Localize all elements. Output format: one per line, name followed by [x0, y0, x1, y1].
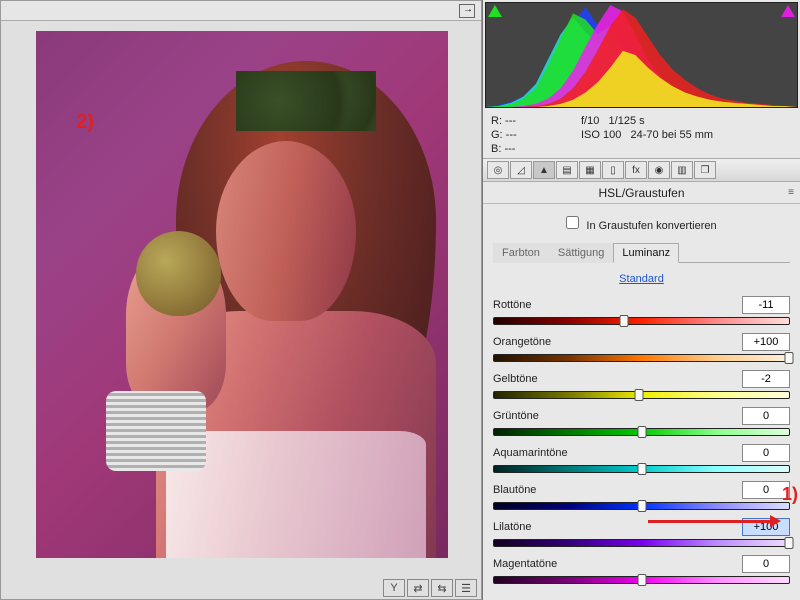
slider-value-input[interactable] [742, 370, 790, 388]
exif-iso: ISO 100 [581, 129, 621, 141]
preview-bottom-toolbar: Y ⇄ ⇆ ☰ [383, 579, 477, 597]
slider-row: Gelbtöne [493, 370, 790, 399]
annotation-2: 2) [76, 111, 94, 134]
slider-row: Aquamarintöne [493, 444, 790, 473]
calibration-icon[interactable]: ◉ [648, 161, 670, 179]
tab-luminance[interactable]: Luminanz [613, 243, 679, 263]
annotation-arrow [648, 520, 772, 523]
slider-track[interactable] [493, 465, 790, 473]
slider-value-input[interactable] [742, 333, 790, 351]
lens-icon[interactable]: ◎ [487, 161, 509, 179]
slider-thumb[interactable] [634, 389, 643, 401]
slider-thumb[interactable] [637, 426, 646, 438]
before-after-icon[interactable]: ⇄ [407, 579, 429, 597]
export-icon[interactable] [459, 4, 475, 18]
slider-label: Blautöne [493, 484, 536, 496]
highlight-clipping-icon[interactable] [781, 5, 795, 17]
hsl-panel-body: In Graustufen konvertieren Farbton Sätti… [483, 204, 800, 598]
slider-value-input[interactable] [742, 555, 790, 573]
shadow-clipping-icon[interactable] [488, 5, 502, 17]
annotation-1: 1) [782, 484, 798, 505]
preview-top-toolbar [1, 1, 481, 21]
preview-image[interactable] [36, 31, 448, 558]
slider-thumb[interactable] [637, 463, 646, 475]
slider-thumb[interactable] [637, 500, 646, 512]
split-tone-icon[interactable]: ▤ [556, 161, 578, 179]
lens-corr-icon[interactable]: ▯ [602, 161, 624, 179]
slider-label: Aquamarintöne [493, 447, 568, 459]
readout-r: R: --- [491, 114, 571, 128]
effects-icon[interactable]: fx [625, 161, 647, 179]
slider-label: Rottöne [493, 299, 532, 311]
detail-icon[interactable]: ▦ [579, 161, 601, 179]
slider-label: Gelbtöne [493, 373, 538, 385]
slider-thumb[interactable] [637, 574, 646, 586]
slider-thumb[interactable] [619, 315, 628, 327]
slider-track[interactable] [493, 502, 790, 510]
slider-label: Orangetöne [493, 336, 551, 348]
reset-standard-link[interactable]: Standard [493, 269, 790, 293]
slider-label: Grüntöne [493, 410, 539, 422]
photo-figure [116, 51, 436, 558]
adjustments-panel: R: --- G: --- B: --- f/10 1/125 s ISO 10… [482, 0, 800, 600]
exif-shutter: 1/125 s [609, 115, 645, 127]
grayscale-label: In Graustufen konvertieren [586, 220, 716, 232]
slider-value-input[interactable] [742, 296, 790, 314]
slider-track[interactable] [493, 391, 790, 399]
slider-value-input[interactable] [742, 444, 790, 462]
exif-lens: 24-70 bei 55 mm [631, 129, 714, 141]
slider-thumb[interactable] [785, 352, 794, 364]
crop-overlay-icon[interactable]: Y [383, 579, 405, 597]
snapshots-icon[interactable]: ❐ [694, 161, 716, 179]
panel-tool-strip: ◎ ◿ ▲ ▤ ▦ ▯ fx ◉ ▥ ❐ [483, 158, 800, 182]
readout-g: G: --- [491, 128, 571, 142]
tone-curve-icon[interactable]: ◿ [510, 161, 532, 179]
slider-label: Magentatöne [493, 558, 557, 570]
sliders-icon[interactable]: ☰ [455, 579, 477, 597]
histogram[interactable] [485, 2, 798, 108]
slider-label: Lilatöne [493, 521, 532, 533]
slider-track[interactable] [493, 576, 790, 584]
slider-value-input[interactable] [742, 407, 790, 425]
slider-track[interactable] [493, 317, 790, 325]
slider-track[interactable] [493, 354, 790, 362]
swap-icon[interactable]: ⇆ [431, 579, 453, 597]
preview-panel: 2) Y ⇄ ⇆ ☰ [0, 0, 482, 600]
slider-row: Magentatöne [493, 555, 790, 584]
slider-row: Blautöne [493, 481, 790, 510]
slider-row: Orangetöne [493, 333, 790, 362]
slider-track[interactable] [493, 428, 790, 436]
slider-row: Grüntöne [493, 407, 790, 436]
slider-track[interactable] [493, 539, 790, 547]
exif-readout: R: --- G: --- B: --- f/10 1/125 s ISO 10… [483, 110, 800, 158]
readout-b: B: --- [491, 142, 571, 156]
tab-saturation[interactable]: Sättigung [549, 243, 613, 263]
slider-row: Rottöne [493, 296, 790, 325]
presets-icon[interactable]: ▥ [671, 161, 693, 179]
hsl-subtabs: Farbton Sättigung Luminanz [493, 242, 790, 263]
exif-aperture: f/10 [581, 115, 599, 127]
grayscale-checkbox[interactable] [566, 216, 579, 229]
hsl-icon[interactable]: ▲ [533, 161, 555, 179]
tab-hue[interactable]: Farbton [493, 243, 549, 263]
slider-thumb[interactable] [785, 537, 794, 549]
histogram-chart [486, 3, 797, 107]
luminance-sliders: Rottöne Orangetöne Gelbtöne Grüntöne Aquamar… [493, 296, 790, 584]
panel-title: HSL/Graustufen [483, 182, 800, 204]
